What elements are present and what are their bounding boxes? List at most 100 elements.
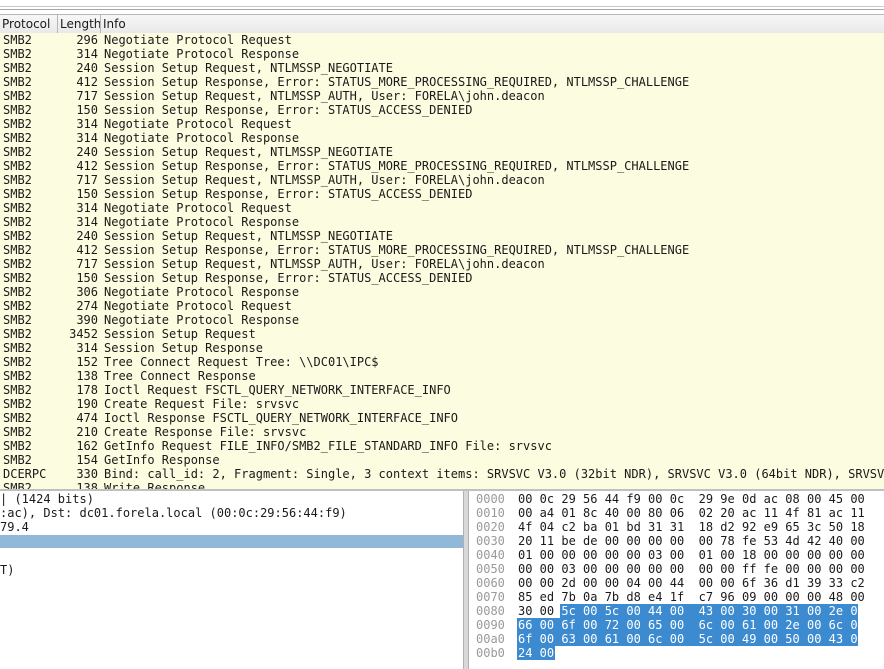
packet-info: Write Response	[104, 481, 206, 489]
packet-length: 717	[76, 257, 98, 271]
packet-info: Session Setup Response, Error: STATUS_AC…	[104, 103, 473, 117]
packet-row[interactable]: SMB2 138 Write Response	[0, 481, 884, 489]
packet-row[interactable]: SMB2 717 Session Setup Request, NTLMSSP_AU…	[0, 173, 884, 187]
byte-offset: 0010	[476, 506, 505, 520]
packet-info: Negotiate Protocol Response	[104, 313, 300, 327]
packet-row[interactable]: SMB2 240 Session Setup Request, NTLMSSP_NE…	[0, 61, 884, 75]
packet-row[interactable]: SMB2 314 Negotiate Protocol Request	[0, 117, 884, 131]
column-separator[interactable]	[100, 15, 101, 33]
packet-row[interactable]: SMB2 296 Negotiate Protocol Request	[0, 33, 884, 47]
byte-hex-row[interactable]: 00 a4 01 8c 40 00 80 06 02 20 ac 11 4f 8…	[518, 506, 865, 520]
packet-info: Session Setup Response, Error: STATUS_AC…	[104, 271, 473, 285]
packet-info: Tree Connect Response	[104, 369, 256, 383]
packet-length: 717	[76, 173, 98, 187]
packet-length: 150	[76, 187, 98, 201]
toolbar-rule	[0, 9, 884, 10]
packet-row[interactable]: SMB2 412 Session Setup Response, Error: ST…	[0, 75, 884, 89]
packet-row[interactable]: SMB2 138 Tree Connect Response	[0, 369, 884, 383]
packet-row[interactable]: SMB2 274 Negotiate Protocol Request	[0, 299, 884, 313]
packet-length: 314	[76, 215, 98, 229]
packet-length: 412	[76, 75, 98, 89]
packet-row[interactable]: SMB2 150 Session Setup Response, Error: ST…	[0, 187, 884, 201]
packet-row[interactable]: SMB2 154 GetInfo Response	[0, 453, 884, 467]
packet-row[interactable]: SMB2 152 Tree Connect Request Tree: \\DC01…	[0, 355, 884, 369]
packet-row[interactable]: SMB2 717 Session Setup Request, NTLMSSP_AU…	[0, 257, 884, 271]
packet-info: Negotiate Protocol Request	[104, 117, 292, 131]
packet-info: Negotiate Protocol Response	[104, 47, 300, 61]
detail-line-ethernet[interactable]: :ac), Dst: dc01.forela.local (00:0c:29:5…	[0, 506, 347, 520]
packet-row[interactable]: SMB2 178 Ioctl Request FSCTL_QUERY_NETWORK…	[0, 383, 884, 397]
packet-length: 314	[76, 47, 98, 61]
packet-row[interactable]: SMB2 314 Session Setup Response	[0, 341, 884, 355]
packet-protocol: SMB2	[3, 75, 32, 89]
packet-protocol: SMB2	[3, 47, 32, 61]
packet-length: 138	[76, 481, 98, 489]
byte-hex-row[interactable]: 01 00 00 00 00 00 03 00 01 00 18 00 00 0…	[518, 548, 865, 562]
detail-line-smb[interactable]: T)	[0, 563, 14, 577]
packet-row[interactable]: SMB2 390 Negotiate Protocol Response	[0, 313, 884, 327]
packet-row[interactable]: SMB2 210 Create Response File: srvsvc	[0, 425, 884, 439]
column-protocol[interactable]: Protocol	[2, 16, 56, 32]
packet-protocol: SMB2	[3, 61, 32, 75]
byte-hex-row[interactable]: 6f 00 63 00 61 00 6c 00 5c 00 49 00 50 0…	[518, 632, 865, 646]
byte-hex-row[interactable]: 85 ed 7b 0a 7b d8 e4 1f c7 96 09 00 00 0…	[518, 590, 865, 604]
byte-hex-row[interactable]: 00 0c 29 56 44 f9 00 0c 29 9e 0d ac 08 0…	[518, 492, 865, 506]
packet-length: 240	[76, 61, 98, 75]
byte-offset: 0080	[476, 604, 505, 618]
packet-row[interactable]: SMB2 412 Session Setup Response, Error: ST…	[0, 243, 884, 257]
detail-line-ip[interactable]: 79.4	[0, 520, 29, 534]
packet-row[interactable]: SMB2 412 Session Setup Response, Error: ST…	[0, 159, 884, 173]
byte-hex-row[interactable]: 00 00 2d 00 00 04 00 44 00 00 6f 36 d1 3…	[518, 576, 865, 590]
packet-row[interactable]: SMB2 240 Session Setup Request, NTLMSSP_NE…	[0, 229, 884, 243]
packet-info: Negotiate Protocol Response	[104, 285, 300, 299]
packet-info: Negotiate Protocol Response	[104, 131, 300, 145]
packet-row[interactable]: SMB2 3452 Session Setup Request	[0, 327, 884, 341]
packet-length: 314	[76, 201, 98, 215]
packet-info: Session Setup Request, NTLMSSP_AUTH, Use…	[104, 89, 545, 103]
byte-hex-row[interactable]: 66 00 6f 00 72 00 65 00 6c 00 61 00 2e 0…	[518, 618, 865, 632]
packet-row[interactable]: SMB2 314 Negotiate Protocol Response	[0, 47, 884, 61]
packet-row[interactable]: SMB2 314 Negotiate Protocol Response	[0, 131, 884, 145]
packet-protocol: SMB2	[3, 425, 32, 439]
packet-protocol: SMB2	[3, 369, 32, 383]
packet-row[interactable]: SMB2 474 Ioctl Response FSCTL_QUERY_NETWOR…	[0, 411, 884, 425]
packet-list[interactable]: SMB2 296 Negotiate Protocol Request SMB2 314…	[0, 33, 884, 489]
column-separator[interactable]	[57, 15, 58, 33]
packet-row[interactable]: SMB2 162 GetInfo Request FILE_INFO/SMB2_FI…	[0, 439, 884, 453]
packet-row[interactable]: SMB2 314 Negotiate Protocol Response	[0, 215, 884, 229]
byte-offset: 00b0	[476, 646, 505, 660]
packet-row[interactable]: SMB2 150 Session Setup Response, Error: ST…	[0, 103, 884, 117]
byte-hex-row[interactable]: 00 00 03 00 00 00 00 00 00 00 ff fe 00 0…	[518, 562, 865, 576]
packet-info: GetInfo Request FILE_INFO/SMB2_FILE_STAN…	[104, 439, 552, 453]
packet-bytes-pane[interactable]: 0000 00 0c 29 56 44 f9 00 0c 29 9e 0d ac …	[469, 491, 884, 669]
packet-length: 178	[76, 383, 98, 397]
packet-row[interactable]: SMB2 717 Session Setup Request, NTLMSSP_AU…	[0, 89, 884, 103]
packet-protocol: SMB2	[3, 117, 32, 131]
detail-line-frame[interactable]: | (1424 bits)	[0, 492, 94, 506]
packet-row[interactable]: SMB2 150 Session Setup Response, Error: ST…	[0, 271, 884, 285]
packet-row[interactable]: DCERPC 330 Bind: call_id: 2, Fragment: Sin…	[0, 467, 884, 481]
selected-detail-row[interactable]	[0, 535, 463, 548]
packet-row[interactable]: SMB2 314 Negotiate Protocol Request	[0, 201, 884, 215]
packet-length: 314	[76, 131, 98, 145]
packet-protocol: SMB2	[3, 439, 32, 453]
column-info[interactable]: Info	[103, 16, 803, 32]
byte-offset: 0030	[476, 534, 505, 548]
byte-hex-row[interactable]: 20 11 be de 00 00 00 00 00 78 fe 53 4d 4…	[518, 534, 865, 548]
packet-protocol: SMB2	[3, 355, 32, 369]
packet-protocol: SMB2	[3, 257, 32, 271]
byte-offset: 0060	[476, 576, 505, 590]
byte-hex-row[interactable]: 24 00	[518, 646, 554, 660]
packet-info: Ioctl Request FSCTL_QUERY_NETWORK_INTERF…	[104, 383, 451, 397]
packet-details-pane[interactable]: | (1424 bits) :ac), Dst: dc01.forela.loc…	[0, 491, 463, 669]
packet-length: 330	[76, 467, 98, 481]
packet-row[interactable]: SMB2 190 Create Request File: srvsvc	[0, 397, 884, 411]
byte-hex-row[interactable]: 4f 04 c2 ba 01 bd 31 31 18 d2 92 e9 65 3…	[518, 520, 865, 534]
packet-row[interactable]: SMB2 240 Session Setup Request, NTLMSSP_NE…	[0, 145, 884, 159]
byte-hex-row[interactable]: 30 00 5c 00 5c 00 44 00 43 00 30 00 31 0…	[518, 604, 865, 618]
packet-protocol: SMB2	[3, 313, 32, 327]
packet-row[interactable]: SMB2 306 Negotiate Protocol Response	[0, 285, 884, 299]
packet-protocol: SMB2	[3, 341, 32, 355]
packet-length: 412	[76, 159, 98, 173]
column-length[interactable]: Length	[60, 16, 100, 32]
